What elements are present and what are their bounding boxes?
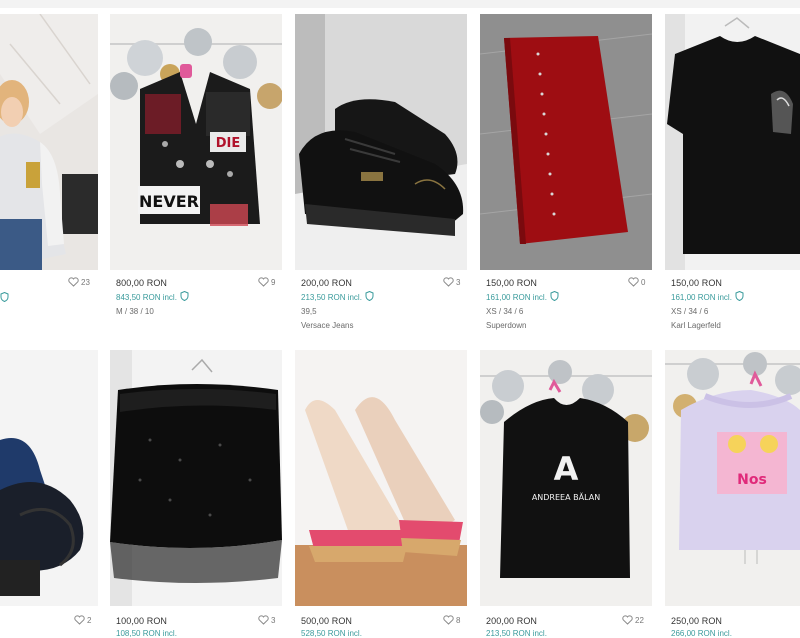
item-photo[interactable]: [480, 14, 652, 270]
logo-text: A: [554, 450, 579, 488]
shield-icon: [180, 290, 189, 303]
item-card[interactable]: 3 200,00 RON 213,50 RON incl. 39,5 Versa…: [295, 14, 467, 334]
favourite-count: 0: [641, 278, 646, 287]
item-price-incl: 161,00 RON incl.: [486, 290, 559, 303]
item-card[interactable]: 8 500,00 RON 528,50 RON incl.: [295, 350, 467, 638]
top-bar: [0, 0, 800, 8]
favourite-button[interactable]: 23: [68, 277, 90, 289]
patch-text-die: DIE: [216, 136, 241, 151]
heart-icon: [68, 277, 79, 289]
heart-icon: [74, 615, 85, 627]
item-brand: Superdown: [486, 321, 527, 330]
item-price-incl: 213,50 RON incl.: [301, 290, 374, 303]
favourite-count: 2: [87, 616, 92, 625]
item-photo[interactable]: [110, 350, 282, 606]
item-photo[interactable]: A ANDREEA BĂLAN: [480, 350, 652, 606]
shield-icon: [365, 290, 374, 303]
heart-icon: [622, 615, 633, 627]
shield-icon: [0, 291, 9, 304]
item-card[interactable]: 0 150,00 RON 161,00 RON incl. XS / 34 / …: [480, 14, 652, 334]
brand-print-text: ANDREEA BĂLAN: [532, 491, 600, 502]
favourite-count: 8: [456, 616, 461, 625]
item-price: 150,00 RON: [671, 278, 723, 288]
shield-icon: [550, 290, 559, 303]
item-photo[interactable]: [0, 350, 98, 606]
price-incl-text: 161,00 RON incl.: [486, 293, 547, 302]
favourite-count: 3: [271, 616, 276, 625]
price-incl-text: 213,50 RON incl.: [301, 293, 362, 302]
item-card[interactable]: 3 100,00 RON 108,50 RON incl.: [110, 350, 282, 638]
price-incl-text: 161,00 RON incl.: [671, 293, 732, 302]
item-price: 100,00 RON: [116, 616, 168, 626]
favourite-button[interactable]: 22: [622, 615, 644, 627]
item-price: 250,00 RON: [671, 616, 723, 626]
item-card[interactable]: 150,00 RON 161,00 RON incl. XS / 34 / 6 …: [665, 14, 800, 334]
item-photo[interactable]: [295, 350, 467, 606]
shirt-print-text: Nos: [737, 472, 767, 488]
item-price: 200,00 RON: [486, 616, 538, 626]
favourite-count: 9: [271, 278, 276, 287]
item-price: 150,00 RON: [486, 278, 538, 288]
favourite-count: 22: [635, 616, 644, 625]
favourite-button[interactable]: 8: [443, 615, 460, 627]
item-photo[interactable]: [665, 14, 800, 270]
item-size: 39,5: [301, 307, 317, 316]
favourite-count: 3: [456, 278, 461, 287]
item-card[interactable]: 23: [0, 14, 98, 334]
heart-icon: [258, 277, 269, 289]
item-price: 200,00 RON: [301, 278, 353, 288]
favourite-button[interactable]: 3: [258, 615, 275, 627]
favourite-count: 23: [81, 278, 90, 287]
item-price: 500,00 RON: [301, 616, 353, 626]
item-price-incl: 161,00 RON incl.: [671, 290, 744, 303]
price-incl-text: 843,50 RON incl.: [116, 293, 177, 302]
favourite-button[interactable]: 2: [74, 615, 91, 627]
item-price-incl: 843,50 RON incl.: [116, 290, 189, 303]
item-photo[interactable]: [295, 14, 467, 270]
item-size: M / 38 / 10: [116, 307, 154, 316]
heart-icon: [443, 615, 454, 627]
item-card[interactable]: Nos 250,00 RON 266,00 RON incl.: [665, 350, 800, 638]
shield-icon: [735, 290, 744, 303]
item-price: 800,00 RON: [116, 278, 168, 288]
item-size: XS / 34 / 6: [671, 307, 709, 316]
heart-icon: [258, 615, 269, 627]
item-size: XS / 34 / 6: [486, 307, 524, 316]
item-card[interactable]: A ANDREEA BĂLAN 22 200,00 RON 213,50 RON…: [480, 350, 652, 638]
item-photo[interactable]: Nos: [665, 350, 800, 606]
item-brand: Versace Jeans: [301, 321, 354, 330]
patch-text-never: NEVER: [139, 192, 199, 211]
favourite-button[interactable]: 0: [628, 277, 645, 289]
favourite-button[interactable]: 9: [258, 277, 275, 289]
heart-icon: [443, 277, 454, 289]
heart-icon: [628, 277, 639, 289]
item-photo[interactable]: [0, 14, 98, 270]
item-brand: Karl Lagerfeld: [671, 321, 721, 330]
item-card[interactable]: 2: [0, 350, 98, 634]
item-photo[interactable]: DIE NEVER: [110, 14, 282, 270]
favourite-button[interactable]: 3: [443, 277, 460, 289]
item-card[interactable]: DIE NEVER 9 800,00 RON 843,50 RON incl. …: [110, 14, 282, 334]
